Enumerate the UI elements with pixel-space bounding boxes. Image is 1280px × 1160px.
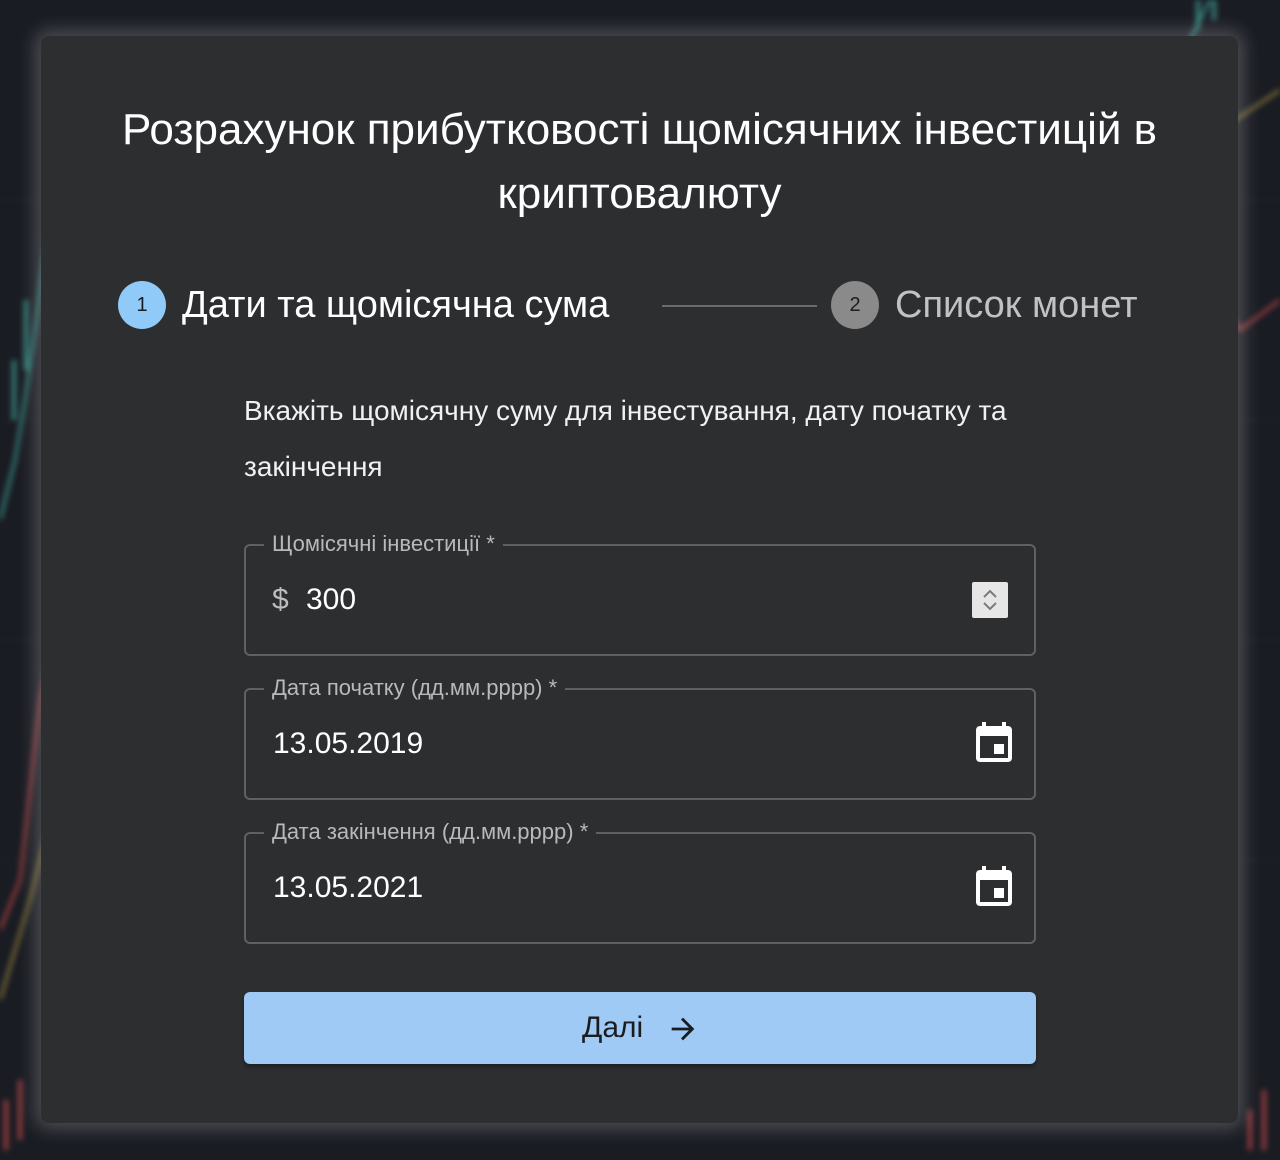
- calendar-icon[interactable]: [970, 864, 1018, 912]
- calendar-icon[interactable]: [970, 720, 1018, 768]
- step-connector: [662, 305, 817, 307]
- monthly-investment-field[interactable]: Щомісячні інвестиції * $ 300: [244, 530, 1036, 656]
- monthly-investment-label: Щомісячні інвестиції *: [264, 530, 503, 558]
- stepper: 1 Дати та щомісячна сума 2 Список монет: [118, 280, 1163, 330]
- page-title: Розрахунок прибутковості щомісячних інве…: [121, 105, 1158, 218]
- start-date-label: Дата початку (дд.мм.рррр) *: [264, 674, 566, 702]
- currency-prefix: $: [272, 583, 289, 616]
- end-date-label: Дата закінчення (дд.мм.рррр) *: [264, 818, 597, 846]
- step-2-label: Список монет: [895, 284, 1138, 326]
- step-1-label: Дати та щомісячна сума: [182, 284, 610, 326]
- start-date-input[interactable]: 13.05.2019: [273, 724, 423, 764]
- end-date-input[interactable]: 13.05.2021: [273, 868, 423, 908]
- step-2-indicator: 2: [831, 281, 879, 329]
- instructions-text: Вкажіть щомісячну суму для інвестування,…: [244, 395, 1007, 482]
- investment-form-card: Розрахунок прибутковості щомісячних інве…: [41, 36, 1238, 1123]
- step-1-indicator: 1: [118, 281, 166, 329]
- number-spinner-icon[interactable]: [972, 582, 1008, 618]
- monthly-investment-input[interactable]: 300: [306, 580, 356, 620]
- next-button[interactable]: Далі: [244, 992, 1036, 1064]
- end-date-field[interactable]: Дата закінчення (дд.мм.рррр) * 13.05.202…: [244, 818, 1036, 944]
- start-date-field[interactable]: Дата початку (дд.мм.рррр) * 13.05.2019: [244, 674, 1036, 800]
- next-button-label: Далі: [582, 1011, 644, 1044]
- arrow-right-icon: [666, 1012, 700, 1046]
